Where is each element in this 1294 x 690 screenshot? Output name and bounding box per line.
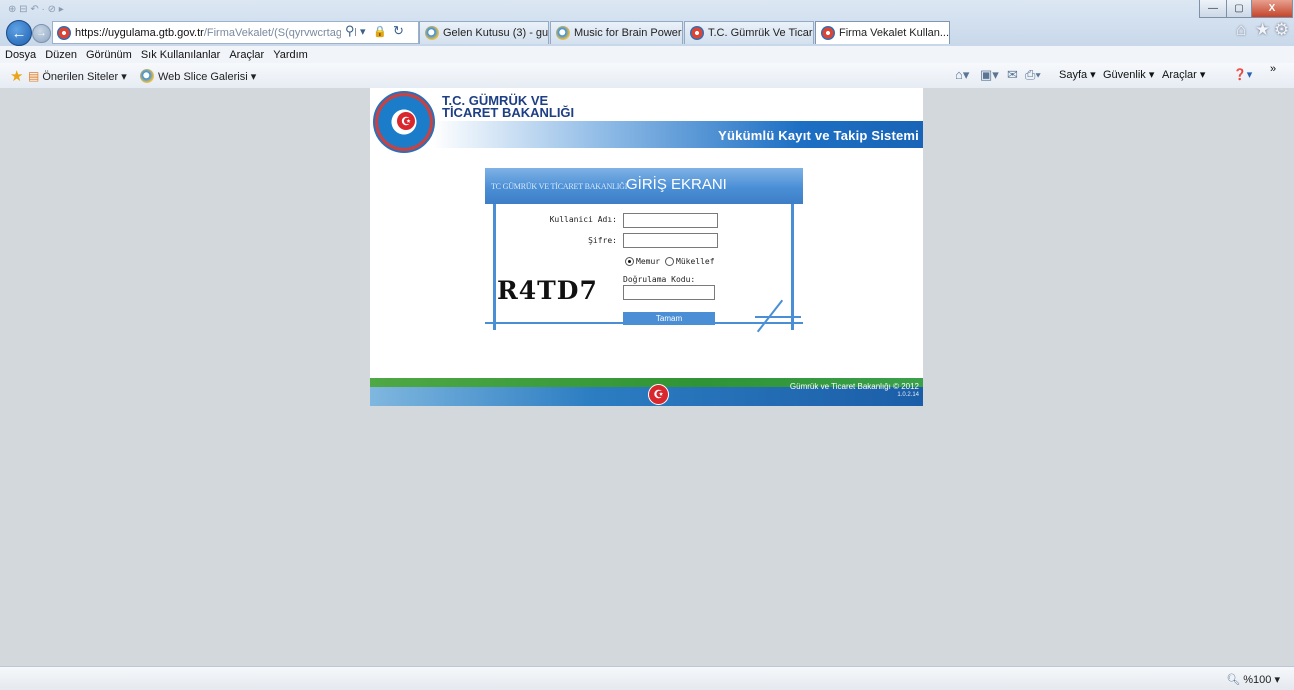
page-viewport: ☪ T.C. GÜMRÜK VE TİCARET BAKANLIĞI Yüküm… (0, 88, 1294, 666)
login-header-title: GİRİŞ EKRANI (626, 176, 727, 193)
more-commands-icon[interactable]: » (1270, 63, 1276, 75)
address-dropdown-icon[interactable]: ▾ (360, 25, 366, 38)
lock-icon[interactable]: 🔒 (373, 25, 387, 38)
version-text: 1.0.2.14 (897, 392, 919, 398)
web-slice-label: Web Slice Galerisi ▾ (158, 70, 257, 83)
tab-label: Gelen Kutusu (3) - gun... (443, 27, 549, 39)
suggested-sites-button[interactable]: ▤ Önerilen Siteler ▾ (28, 69, 127, 83)
radio-memur[interactable] (625, 257, 634, 266)
frame-right-line (791, 204, 794, 330)
page-footer: ☪ Gümrük ve Ticaret Bakanlığı © 2012 1.0… (370, 378, 923, 406)
ministry-logo: ☪ (373, 91, 435, 153)
menu-sik-kullanilanlar[interactable]: Sık Kullanılanlar (136, 49, 225, 61)
login-page: ☪ T.C. GÜMRÜK VE TİCARET BAKANLIĞI Yüküm… (370, 88, 923, 406)
login-header: TC GÜMRÜK VE TİCARET BAKANLIĞI GİRİŞ EKR… (485, 168, 803, 204)
tab-music[interactable]: Music for Brain Power -... (550, 21, 683, 44)
ie-icon (556, 26, 570, 40)
favorites-star-icon: ★ (10, 68, 24, 85)
menu-bar: Dosya Düzen Görünüm Sık Kullanılanlar Ar… (0, 46, 1294, 63)
menu-duzen[interactable]: Düzen (40, 49, 81, 61)
page-header: ☪ T.C. GÜMRÜK VE TİCARET BAKANLIĞI Yüküm… (370, 88, 923, 153)
add-favorite-button[interactable]: ★ (10, 67, 23, 85)
forward-arrow-icon: → (36, 28, 47, 39)
url-host: https://uygulama.gtb.gov.tr (75, 26, 204, 39)
home-icon[interactable]: ⌂▾ (955, 67, 969, 83)
username-input[interactable] (623, 213, 718, 228)
menu-gorunum[interactable]: Görünüm (81, 49, 136, 61)
favorites-bar: ★ ▤ Önerilen Siteler ▾ Web Slice Galeris… (0, 63, 1294, 89)
mail-icon[interactable]: ✉ (1007, 67, 1018, 83)
zoom-level[interactable]: 🔍︎ %100 ▾ (1226, 673, 1280, 686)
tab-label: Music for Brain Power -... (574, 27, 682, 39)
status-bar: 🔍︎ %100 ▾ (0, 666, 1294, 690)
feeds-icon[interactable]: ▣▾ (980, 67, 999, 83)
suggested-sites-icon: ▤ (28, 69, 40, 83)
favorites-star-icon[interactable]: ★ (1255, 20, 1270, 40)
radio-mukellef[interactable] (665, 257, 674, 266)
tools-menu[interactable]: Araçlar ▾ (1162, 68, 1205, 81)
radio-mukellef-label: Mükellef (676, 257, 715, 266)
print-icon[interactable]: ⎙▾ (1025, 67, 1041, 83)
back-button[interactable]: ← (6, 20, 32, 46)
tab-gelen-kutusu[interactable]: Gelen Kutusu (3) - gun... (419, 21, 549, 44)
verification-code-input[interactable] (623, 285, 715, 300)
zoom-value: %100 ▾ (1243, 674, 1280, 686)
tab-gumruk[interactable]: T.C. Gümrük Ve Ticaret ... (684, 21, 814, 44)
menu-dosya[interactable]: Dosya (0, 49, 40, 61)
frame-slash-cross (755, 316, 801, 318)
gear-icon[interactable]: ⚙ (1274, 20, 1289, 40)
site-favicon-icon (690, 26, 704, 40)
tab-label: T.C. Gümrük Ve Ticaret ... (708, 27, 813, 39)
url-path: /FirmaVekalet/(S(qyrvwcrtag04l (203, 26, 357, 39)
security-menu[interactable]: Güvenlik ▾ (1103, 68, 1154, 81)
browser-title-bar: ⊕ ⊟ ↶ · ⊘ ▸ — ▢ X ← → https://uygulama.g… (0, 0, 1294, 46)
address-bar[interactable]: https://uygulama.gtb.gov.tr/FirmaVekalet… (52, 21, 419, 44)
verification-label: Doğrulama Kodu: (623, 275, 696, 284)
minimize-button[interactable]: — (1199, 0, 1227, 18)
close-window-button[interactable]: X (1251, 0, 1293, 18)
search-icon[interactable]: ⚲ (341, 23, 355, 39)
menu-araclar[interactable]: Araçlar (224, 49, 268, 61)
copyright-text: Gümrük ve Ticaret Bakanlığı © 2012 (789, 382, 919, 391)
home-icon[interactable]: ⌂ (1236, 20, 1246, 40)
navigation-row: ← → https://uygulama.gtb.gov.tr/FirmaVek… (0, 18, 1294, 46)
site-favicon-icon (821, 26, 835, 40)
forward-button[interactable]: → (32, 24, 51, 43)
web-slice-button[interactable]: Web Slice Galerisi ▾ (140, 69, 256, 83)
menu-yardim[interactable]: Yardım (268, 49, 312, 61)
turkish-flag-icon: ☪ (648, 384, 669, 405)
login-header-ministry: TC GÜMRÜK VE TİCARET BAKANLIĞI (491, 182, 628, 191)
username-label: Kullanici Adı: (549, 215, 617, 224)
site-favicon-icon (57, 25, 71, 40)
crescent-star-icon: ☪ (397, 112, 415, 130)
ministry-name: T.C. GÜMRÜK VE TİCARET BAKANLIĞI (442, 94, 575, 120)
maximize-button[interactable]: ▢ (1226, 0, 1252, 18)
ministry-name-line2: TİCARET BAKANLIĞI (442, 105, 575, 120)
system-title: Yükümlü Kayıt ve Takip Sistemi (718, 128, 919, 143)
password-label: Şifre: (588, 236, 617, 245)
captcha-image: R4TD7 (497, 276, 598, 305)
refresh-icon[interactable]: ↻ (393, 23, 404, 39)
tab-firma-vekalet[interactable]: Firma Vekalet Kullan... × (815, 21, 950, 44)
password-input[interactable] (623, 233, 718, 248)
page-menu[interactable]: Sayfa ▾ (1059, 68, 1096, 81)
tab-label: Firma Vekalet Kullan... (839, 27, 950, 39)
ie-icon (425, 26, 439, 40)
back-arrow-icon: ← (11, 24, 27, 42)
submit-button[interactable]: Tamam (623, 312, 715, 325)
help-icon[interactable]: ❓▾ (1233, 68, 1252, 81)
suggested-sites-label: Önerilen Siteler ▾ (42, 70, 127, 83)
quick-access-icons[interactable]: ⊕ ⊟ ↶ · ⊘ ▸ (8, 4, 64, 15)
ie-icon (140, 69, 154, 83)
zoom-icon: 🔍︎ (1226, 674, 1241, 686)
login-box: TC GÜMRÜK VE TİCARET BAKANLIĞI GİRİŞ EKR… (485, 168, 803, 338)
frame-left-line (493, 204, 496, 330)
radio-memur-label: Memur (636, 257, 661, 266)
